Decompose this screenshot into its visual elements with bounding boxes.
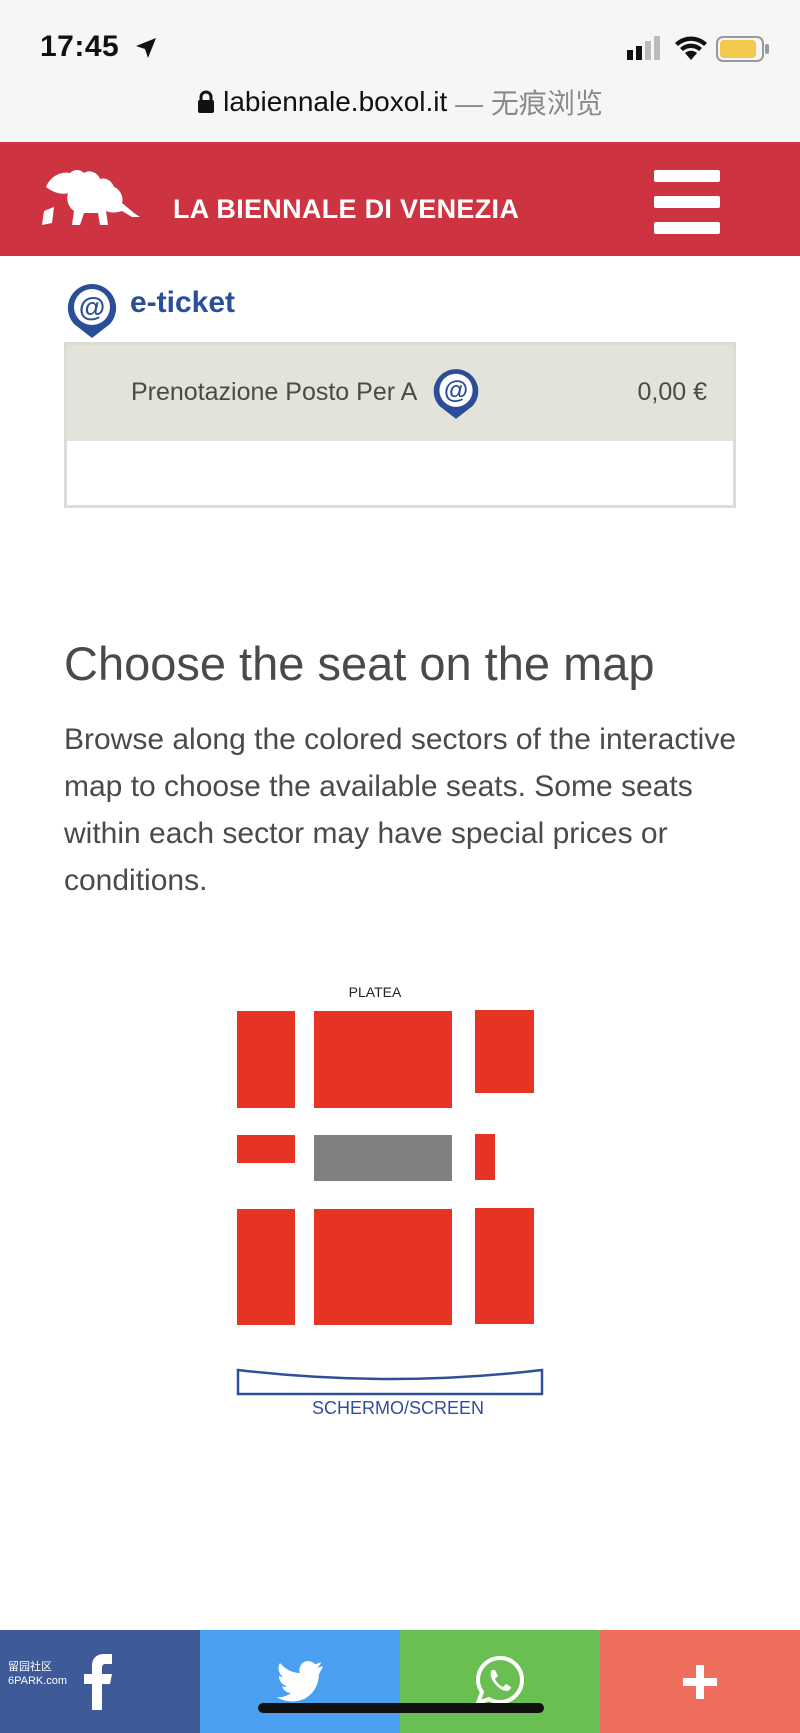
site-header: LA BIENNALE DI VENEZIA	[0, 142, 800, 256]
status-time: 17:45	[40, 30, 120, 63]
battery-icon	[716, 36, 769, 62]
whatsapp-share-button[interactable]	[400, 1630, 600, 1733]
at-pin-icon: @	[67, 283, 117, 338]
screen-outline	[236, 1368, 544, 1396]
ticket-item-name: Prenotazione Posto Per A	[131, 378, 418, 406]
sector-left-front[interactable]	[237, 1011, 295, 1108]
sector-center-front[interactable]	[314, 1011, 452, 1108]
url-host: labiennale.boxol.it	[223, 86, 448, 117]
sector-right-front[interactable]	[475, 1010, 534, 1093]
sector-right-back[interactable]	[475, 1208, 534, 1324]
share-bar: 留园社区 6PARK.com	[0, 1630, 800, 1733]
sector-left-back[interactable]	[237, 1209, 295, 1325]
private-browsing-label: — 无痕浏览	[447, 88, 603, 119]
home-indicator[interactable]	[258, 1703, 544, 1713]
watermark: 留园社区 6PARK.com	[8, 1661, 68, 1687]
winged-lion-logo-icon[interactable]	[40, 167, 144, 231]
more-share-button[interactable]	[600, 1630, 800, 1733]
ticket-row[interactable]: Prenotazione Posto Per A @ 0,00 €	[67, 345, 733, 441]
menu-hamburger-icon[interactable]	[654, 170, 720, 234]
twitter-share-button[interactable]	[200, 1630, 400, 1733]
page-title: Choose the seat on the map	[64, 637, 655, 690]
svg-text:@: @	[79, 292, 105, 322]
eticket-title: e-ticket	[130, 286, 236, 319]
url-bar[interactable]: labiennale.boxol.it — 无痕浏览	[0, 82, 800, 122]
status-bar: 17:45 labiennale.boxol.it — 无痕浏览	[0, 0, 800, 142]
facebook-share-button[interactable]: 留园社区 6PARK.com	[0, 1630, 200, 1733]
sector-right-middle[interactable]	[475, 1134, 495, 1180]
sector-center-back[interactable]	[314, 1209, 452, 1325]
twitter-icon	[276, 1661, 323, 1702]
whatsapp-icon	[476, 1656, 524, 1706]
sector-center-middle	[314, 1135, 452, 1181]
facebook-icon	[84, 1654, 112, 1710]
site-brand[interactable]: LA BIENNALE DI VENEZIA	[173, 194, 519, 225]
lock-icon	[198, 90, 215, 113]
hall-label: PLATEA	[348, 984, 402, 1000]
at-pin-icon: @	[433, 369, 479, 419]
plus-icon	[683, 1665, 717, 1699]
screen-label: SCHERMO/SCREEN	[311, 1398, 485, 1418]
location-arrow-icon	[136, 38, 156, 58]
svg-text:@: @	[444, 377, 468, 405]
cellular-signal-icon	[627, 36, 660, 60]
sector-left-middle[interactable]	[237, 1135, 295, 1163]
seat-map-description: Browse along the colored sectors of the …	[64, 723, 737, 897]
wifi-icon	[675, 36, 707, 60]
ticket-price: 0,00 €	[637, 378, 707, 406]
ticket-summary: Prenotazione Posto Per A @ 0,00 €	[64, 342, 736, 508]
